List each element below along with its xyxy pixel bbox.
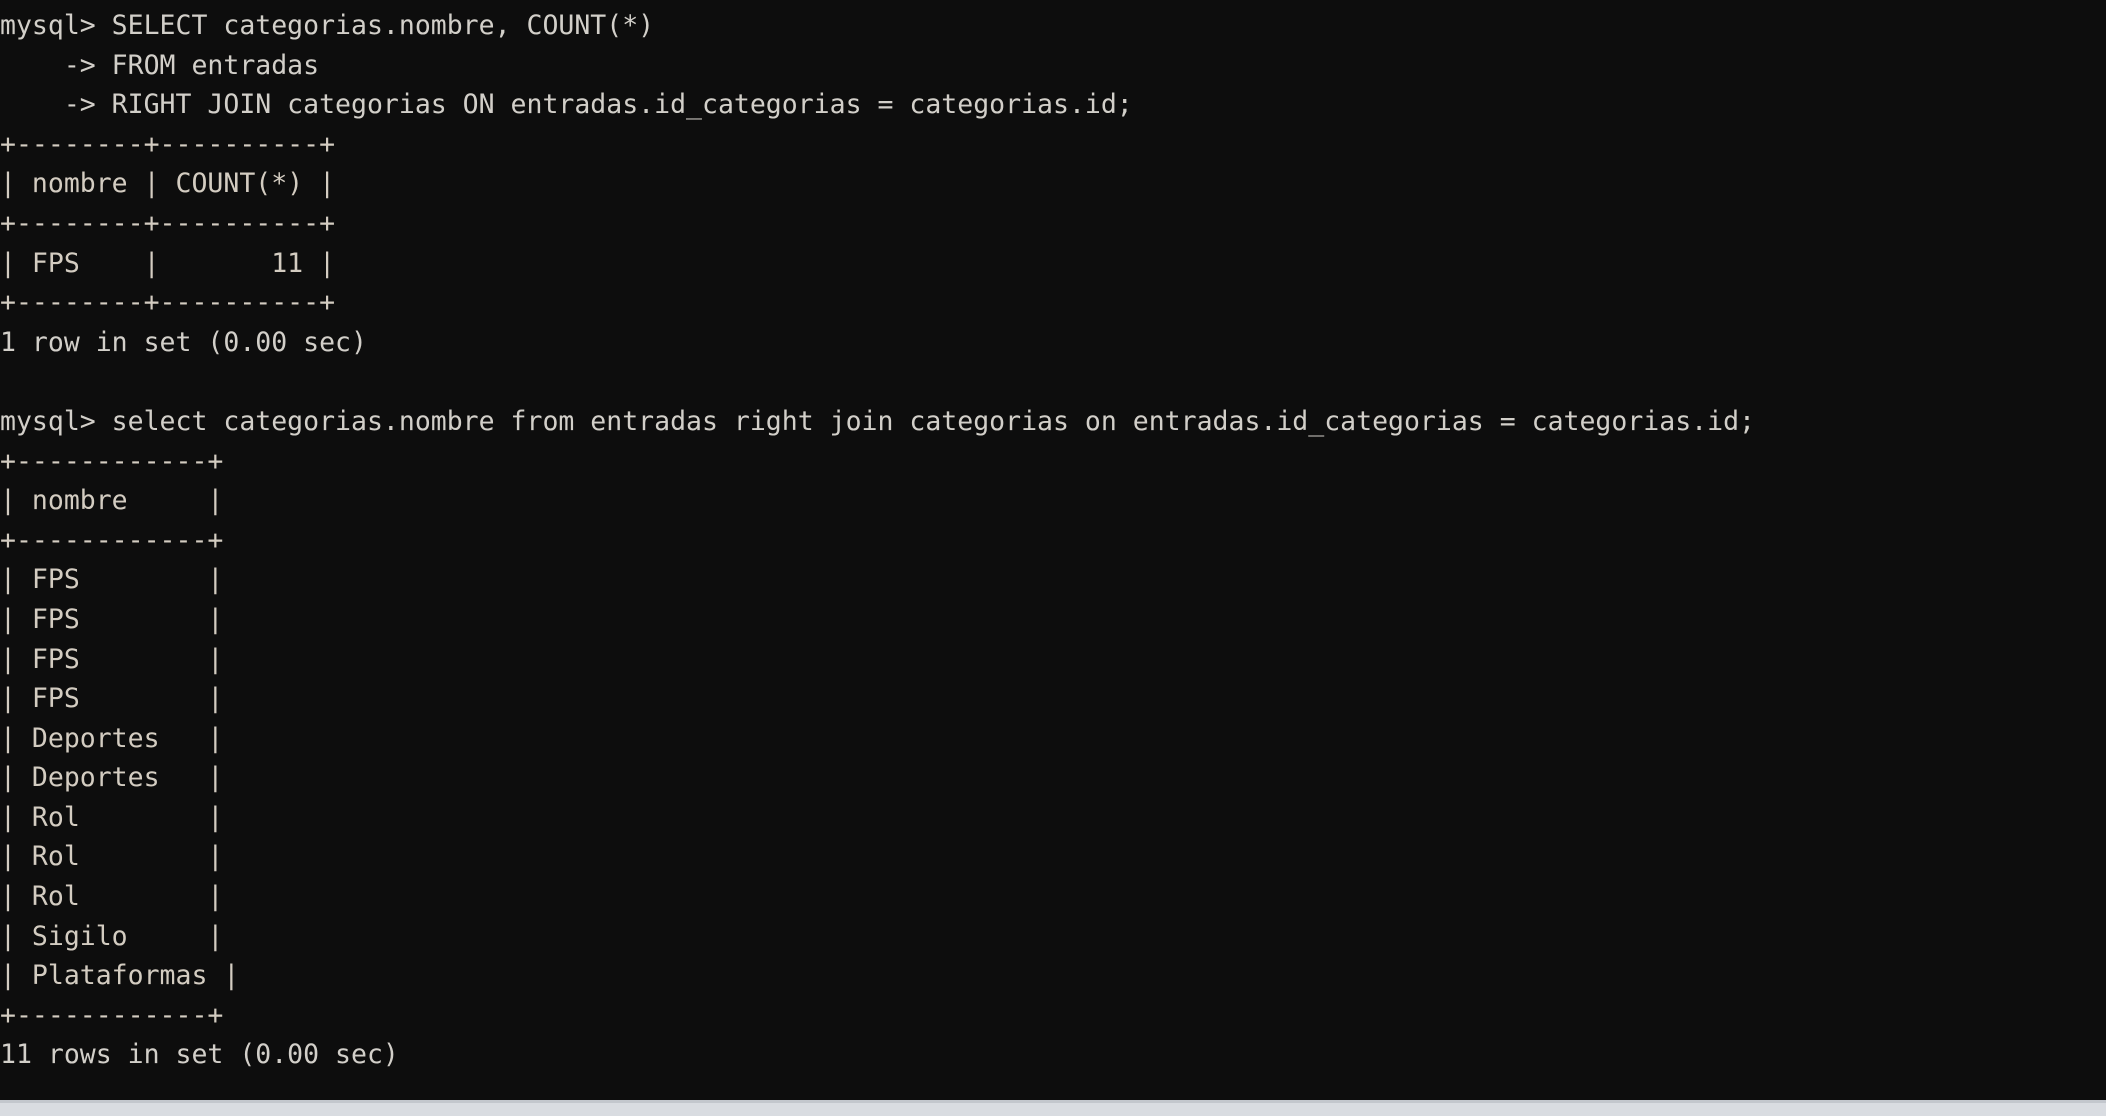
terminal-line: +--------+----------+ (0, 207, 336, 239)
terminal-line: | Rol | (0, 801, 224, 833)
terminal-line: mysql> SELECT categorias.nombre, COUNT(*… (0, 10, 655, 41)
window-bottom-edge (0, 1100, 2106, 1116)
terminal-line: | Rol | (0, 881, 224, 913)
terminal-line: | Sigilo | (0, 920, 224, 952)
terminal-line: | Deportes | (0, 722, 224, 754)
terminal-line: +------------+ (0, 999, 224, 1031)
terminal-line: | FPS | 11 | (0, 247, 336, 279)
terminal-line: | Deportes | (0, 762, 224, 794)
terminal-line: +------------+ (0, 524, 224, 556)
terminal-line: +------------+ (0, 445, 224, 477)
terminal-line: +--------+----------+ (0, 128, 336, 160)
terminal-line: | Plataformas | (0, 960, 240, 992)
terminal-line: | FPS | (0, 603, 224, 635)
terminal-line: 11 rows in set (0.00 sec) (0, 1039, 399, 1071)
terminal-line: -> RIGHT JOIN categorias ON entradas.id_… (0, 89, 1133, 121)
terminal-line: | FPS | (0, 564, 224, 596)
terminal-line: +--------+----------+ (0, 287, 336, 319)
terminal-line: | FPS | (0, 643, 224, 675)
terminal-line: | FPS | (0, 683, 224, 715)
terminal-line: | nombre | COUNT(*) | (0, 168, 336, 200)
screen: mysql> SELECT categorias.nombre, COUNT(*… (0, 0, 2106, 1116)
terminal-line: -> FROM entradas (0, 49, 320, 81)
terminal-line: mysql> select categorias.nombre from ent… (0, 405, 1755, 437)
window-bottom-edge-highlight (0, 1100, 2106, 1103)
terminal-line: 1 row in set (0.00 sec) (0, 326, 367, 358)
terminal-line: | nombre | (0, 485, 224, 517)
terminal-output-pane[interactable]: mysql> SELECT categorias.nombre, COUNT(*… (0, 0, 2106, 1100)
terminal-line: | Rol | (0, 841, 224, 873)
